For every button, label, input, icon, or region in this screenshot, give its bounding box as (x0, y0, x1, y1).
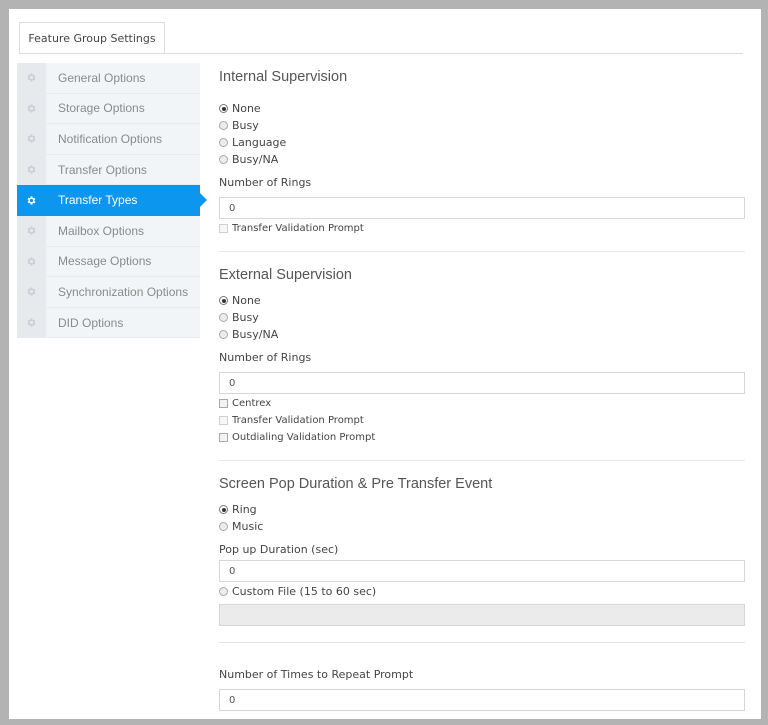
gear-icon (17, 307, 46, 338)
external-rings-label: Number of Rings (219, 350, 312, 364)
input-value: 0 (229, 377, 236, 389)
popup-duration-input[interactable]: 0 (219, 560, 745, 582)
radio-unselected[interactable] (219, 587, 228, 596)
external-rings-input[interactable]: 0 (219, 372, 745, 394)
radio-unselected[interactable] (219, 330, 228, 339)
radio-label: Busy/NA (232, 153, 279, 166)
tab-feature-group-settings[interactable]: Feature Group Settings (19, 22, 165, 54)
internal-option-busy-na[interactable]: Busy/NA (219, 151, 745, 168)
sidebar-item-label: Transfer Options (58, 162, 147, 177)
gear-icon (17, 124, 46, 154)
sidebar-item-message-options[interactable]: Message Options (17, 246, 200, 278)
repeat-prompt-label: Number of Times to Repeat Prompt (219, 667, 414, 681)
gear-icon (17, 246, 46, 277)
internal-rings-input[interactable]: 0 (219, 197, 745, 219)
radio-label: Music (232, 520, 264, 533)
gear-icon (17, 154, 46, 185)
sidebar-item-label: Storage Options (58, 101, 145, 116)
custom-file-option[interactable]: Custom File (15 to 60 sec) (219, 583, 745, 600)
checkbox-label: Transfer Validation Prompt (232, 415, 364, 426)
sidebar-item-notification-options[interactable]: Notification Options (17, 124, 200, 155)
external-supervision-title: External Supervision (219, 267, 352, 283)
internal-option-none[interactable]: None (219, 100, 745, 117)
checkbox[interactable] (219, 399, 228, 408)
sidebar-item-label: Message Options (58, 254, 152, 269)
centrex-checkbox[interactable]: Centrex (219, 395, 745, 412)
internal-rings-label: Number of Rings (219, 175, 312, 189)
gear-icon (17, 277, 46, 307)
internal-supervision-title: Internal Supervision (219, 69, 348, 85)
sidebar-item-storage-options[interactable]: Storage Options (17, 93, 200, 125)
sidebar-item-label: Synchronization Options (58, 284, 189, 299)
screenpop-option-ring[interactable]: Ring (219, 501, 745, 518)
sidebar-item-label: Transfer Types (58, 193, 138, 208)
radio-selected[interactable] (219, 505, 228, 514)
sidebar-item-label: General Options (58, 70, 146, 85)
checkbox[interactable] (219, 416, 228, 425)
sidebar-item-general-options[interactable]: General Options (17, 63, 200, 94)
checkbox-label: Transfer Validation Prompt (232, 223, 364, 234)
checkbox[interactable] (219, 224, 228, 233)
radio-unselected[interactable] (219, 121, 228, 130)
gear-icon (17, 93, 46, 124)
external-option-busy[interactable]: Busy (219, 309, 745, 326)
radio-label: Language (232, 136, 287, 149)
repeat-prompt-input[interactable]: 0 (219, 689, 745, 711)
gear-icon (17, 185, 46, 215)
screen-pop-title: Screen Pop Duration & Pre Transfer Event (219, 476, 493, 492)
sidebar-item-did-options[interactable]: DID Options (17, 307, 200, 339)
tab-divider (19, 53, 743, 54)
radio-label: Busy (232, 311, 259, 324)
popup-duration-label: Pop up Duration (sec) (219, 542, 339, 556)
custom-file-input[interactable] (219, 604, 745, 626)
radio-label: Custom File (15 to 60 sec) (232, 585, 377, 598)
external-transfer-validation-checkbox[interactable]: Transfer Validation Prompt (219, 412, 745, 429)
radio-unselected[interactable] (219, 522, 228, 531)
radio-label: Busy/NA (232, 328, 279, 341)
outdialing-validation-checkbox[interactable]: Outdialing Validation Prompt (219, 429, 745, 446)
radio-selected[interactable] (219, 104, 228, 113)
gear-icon (17, 215, 46, 246)
internal-option-busy[interactable]: Busy (219, 117, 745, 134)
sidebar-item-mailbox-options[interactable]: Mailbox Options (17, 215, 200, 247)
internal-transfer-validation-checkbox[interactable]: Transfer Validation Prompt (219, 220, 745, 237)
sidebar-item-label: Notification Options (58, 131, 163, 146)
gear-icon (17, 63, 46, 93)
settings-panel: Feature Group Settings General Options S… (9, 9, 761, 719)
sidebar-item-label: Mailbox Options (58, 223, 145, 238)
radio-unselected[interactable] (219, 313, 228, 322)
sidebar-item-transfer-options[interactable]: Transfer Options (17, 154, 200, 186)
external-option-busy-na[interactable]: Busy/NA (219, 326, 745, 343)
input-value: 0 (229, 565, 236, 577)
input-value: 0 (229, 694, 236, 706)
screenpop-option-music[interactable]: Music (219, 518, 745, 535)
tab-label: Feature Group Settings (28, 31, 156, 45)
transfer-types-form: Internal Supervision None Busy Language … (219, 69, 745, 711)
radio-label: Ring (232, 503, 257, 516)
radio-label: None (232, 294, 261, 307)
radio-label: Busy (232, 119, 259, 132)
sidebar-item-label: DID Options (58, 315, 124, 330)
external-option-none[interactable]: None (219, 292, 745, 309)
checkbox-label: Outdialing Validation Prompt (232, 432, 376, 443)
internal-option-language[interactable]: Language (219, 134, 745, 151)
sidebar-item-transfer-types[interactable]: Transfer Types (17, 185, 207, 216)
input-value: 0 (229, 202, 236, 214)
checkbox[interactable] (219, 433, 228, 442)
radio-unselected[interactable] (219, 138, 228, 147)
sidebar-item-synchronization-options[interactable]: Synchronization Options (17, 277, 200, 308)
radio-unselected[interactable] (219, 155, 228, 164)
radio-selected[interactable] (219, 296, 228, 305)
sidebar: General Options Storage Options Notifica… (17, 63, 207, 339)
radio-label: None (232, 102, 261, 115)
checkbox-label: Centrex (232, 398, 272, 409)
